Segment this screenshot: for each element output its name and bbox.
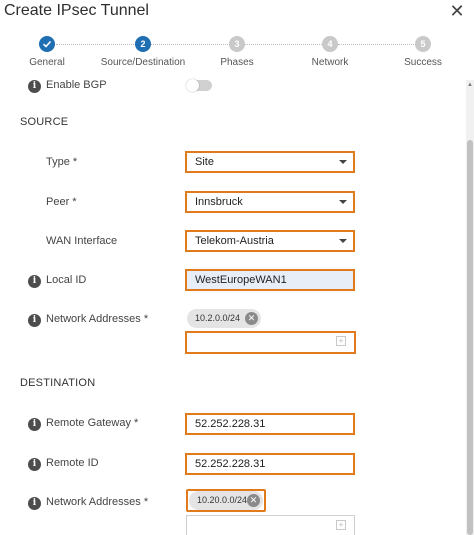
chevron-down-icon — [339, 200, 347, 204]
step-general[interactable] — [39, 36, 55, 52]
remove-chip-icon[interactable]: ✕ — [245, 312, 258, 325]
peer-label: Peer * — [46, 196, 77, 208]
chip-label: 10.2.0.0/24 — [195, 313, 241, 323]
remote-id-input[interactable]: 52.252.228.31 — [185, 453, 355, 475]
enable-bgp-toggle[interactable] — [186, 79, 212, 92]
enable-bgp-label: Enable BGP — [46, 79, 107, 91]
remote-id-value: 52.252.228.31 — [195, 458, 266, 470]
local-id-value: WestEuropeWAN1 — [195, 274, 287, 286]
wan-interface-label: WAN Interface — [46, 235, 118, 247]
source-network-label: Network Addresses * — [46, 313, 149, 325]
remote-id-label: Remote ID — [46, 457, 99, 469]
wan-interface-select[interactable]: Telekom-Austria — [185, 230, 355, 252]
destination-network-input[interactable]: + — [186, 515, 355, 535]
type-value: Site — [195, 156, 214, 168]
scrollbar-thumb[interactable] — [467, 140, 473, 535]
chip-label: 10.20.0.0/24 — [197, 495, 248, 505]
remote-gateway-value: 52.252.228.31 — [195, 418, 266, 430]
step-phases[interactable]: 3 — [229, 36, 245, 52]
local-id-input[interactable]: WestEuropeWAN1 — [185, 269, 355, 291]
close-icon[interactable]: ✕ — [449, 2, 465, 20]
info-icon[interactable]: i — [28, 80, 41, 93]
dialog-title: Create IPsec Tunnel — [4, 2, 149, 19]
check-icon — [42, 40, 52, 48]
remove-chip-icon[interactable]: ✕ — [247, 494, 260, 507]
step-connector — [338, 44, 418, 45]
source-network-chip: 10.2.0.0/24 ✕ — [187, 309, 261, 328]
step-label-phases: Phases — [220, 57, 254, 68]
step-label-success: Success — [404, 57, 442, 68]
step-label-general: General — [29, 57, 65, 68]
info-icon[interactable]: i — [28, 418, 41, 431]
step-success[interactable]: 5 — [415, 36, 431, 52]
type-label: Type * — [46, 156, 78, 168]
peer-value: Innsbruck — [195, 196, 243, 208]
destination-network-label: Network Addresses * — [46, 496, 149, 508]
scroll-up-icon[interactable]: ▲ — [467, 82, 473, 88]
info-icon[interactable]: i — [28, 458, 41, 471]
step-label-network: Network — [311, 57, 349, 68]
chevron-down-icon — [339, 160, 347, 164]
step-connector — [150, 44, 230, 45]
step-connector — [244, 44, 324, 45]
type-select[interactable]: Site — [185, 151, 355, 173]
info-icon[interactable]: i — [28, 497, 41, 510]
step-label-source-destination: Source/Destination — [100, 57, 186, 68]
step-connector — [56, 44, 136, 45]
local-id-label: Local ID — [46, 274, 87, 286]
chevron-down-icon — [339, 239, 347, 243]
step-source-destination[interactable]: 2 — [135, 36, 151, 52]
wan-interface-value: Telekom-Austria — [195, 235, 274, 247]
info-icon[interactable]: i — [28, 314, 41, 327]
peer-select[interactable]: Innsbruck — [185, 191, 355, 213]
step-network[interactable]: 4 — [322, 36, 338, 52]
plus-icon[interactable]: + — [336, 520, 346, 530]
info-icon[interactable]: i — [28, 275, 41, 288]
remote-gateway-input[interactable]: 52.252.228.31 — [185, 413, 355, 435]
source-heading: SOURCE — [20, 116, 69, 128]
destination-heading: DESTINATION — [20, 377, 96, 389]
toggle-knob — [186, 79, 199, 92]
source-network-input[interactable]: + — [185, 331, 356, 354]
destination-network-chip: 10.20.0.0/24 ✕ — [189, 491, 263, 510]
remote-gateway-label: Remote Gateway * — [46, 417, 139, 429]
plus-icon[interactable]: + — [336, 336, 346, 346]
